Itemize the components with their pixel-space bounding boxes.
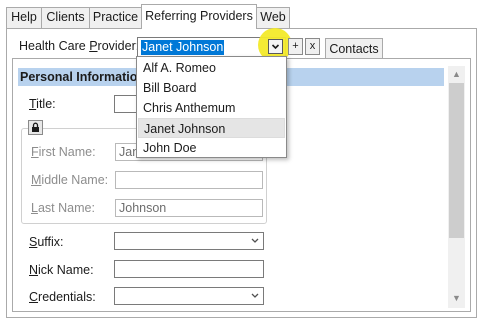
last-name-field[interactable]: Johnson (115, 199, 263, 217)
chevron-down-icon (271, 44, 280, 50)
first-name-label: First Name: (31, 145, 96, 159)
arrow-down-icon[interactable]: ▼ (448, 290, 465, 306)
scroll-thumb[interactable] (449, 83, 464, 238)
title-label: Title: (29, 97, 56, 111)
dropdown-option[interactable]: John Doe (138, 138, 285, 158)
remove-provider-button[interactable]: x (305, 38, 320, 55)
tab-practice[interactable]: Practice (89, 7, 142, 28)
provider-label: Health Care Provider: (19, 39, 140, 53)
suffix-select[interactable] (114, 232, 264, 250)
chevron-down-icon (251, 293, 259, 298)
nick-name-field[interactable] (114, 260, 264, 278)
tab-web[interactable]: Web (256, 7, 290, 28)
last-name-label: Last Name: (31, 201, 95, 215)
nick-name-label: Nick Name: (29, 263, 94, 277)
dropdown-option[interactable]: Alf A. Romeo (138, 58, 285, 78)
tab-web-label: Web (260, 10, 286, 24)
tab-contacts[interactable]: Contacts (325, 38, 383, 59)
tab-referring-providers[interactable]: Referring Providers (141, 4, 257, 29)
middle-name-label: Middle Name: (31, 173, 109, 187)
tab-referring-providers-label: Referring Providers (145, 9, 253, 23)
provider-dropdown-button[interactable] (268, 39, 283, 54)
tab-help[interactable]: Help (6, 7, 42, 28)
chevron-down-icon (251, 238, 259, 243)
middle-name-field[interactable] (115, 171, 263, 189)
suffix-label: Suffix: (29, 235, 64, 249)
dropdown-option-selected[interactable]: Janet Johnson (138, 118, 285, 138)
tab-clients[interactable]: Clients (41, 7, 90, 28)
credentials-label: Credentials: (29, 290, 96, 304)
add-provider-button[interactable]: + (288, 38, 303, 55)
arrow-up-icon[interactable]: ▲ (448, 66, 465, 82)
lock-icon (32, 122, 39, 132)
provider-selected-value: Janet Johnson (141, 40, 225, 55)
tab-help-label: Help (11, 10, 37, 24)
tab-clients-label: Clients (46, 10, 85, 24)
tab-practice-label: Practice (92, 10, 139, 24)
dropdown-option[interactable]: Chris Anthemum (138, 98, 285, 118)
provider-dropdown-list: Alf A. Romeo Bill Board Chris Anthemum J… (136, 56, 287, 158)
dropdown-option[interactable]: Bill Board (138, 78, 285, 98)
credentials-select[interactable] (114, 287, 264, 305)
lock-button[interactable] (28, 120, 43, 135)
